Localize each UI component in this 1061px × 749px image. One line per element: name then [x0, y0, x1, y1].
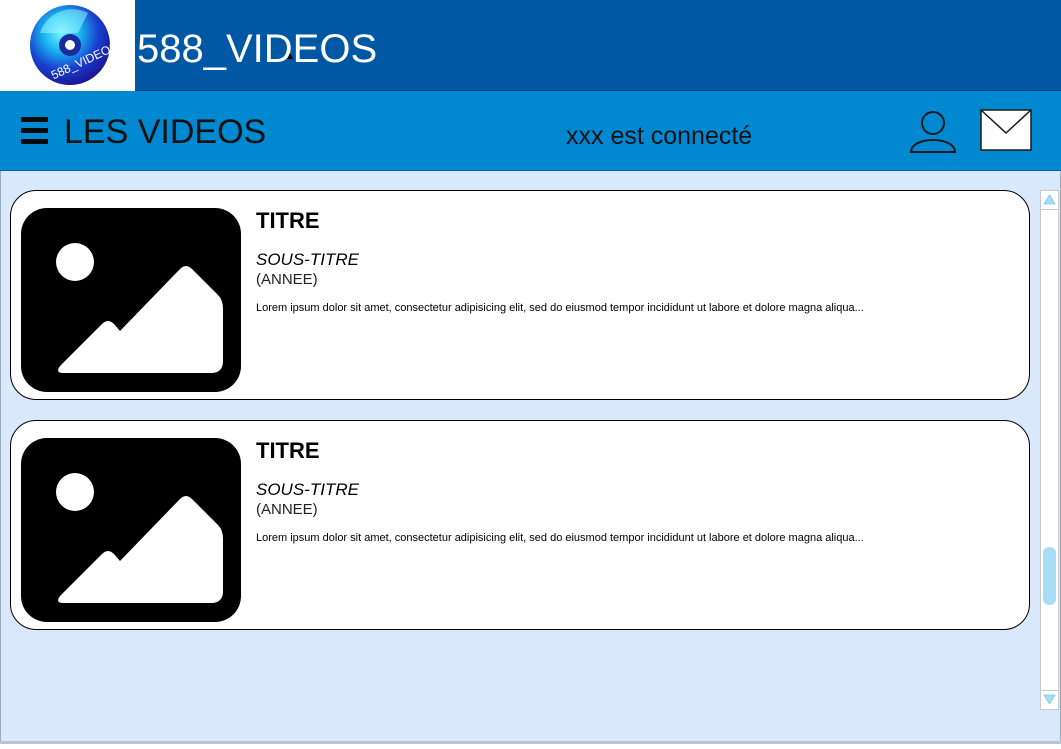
hamburger-icon[interactable]	[21, 117, 48, 145]
divider	[0, 741, 1061, 744]
video-title[interactable]: TITRE	[256, 208, 320, 234]
disc-logo-icon: 588_VIDEOS	[30, 5, 112, 85]
user-icon[interactable]	[908, 106, 958, 154]
scroll-down-button[interactable]	[1041, 690, 1058, 709]
video-subtitle: SOUS-TITRE	[256, 480, 359, 499]
mail-icon[interactable]	[980, 109, 1032, 151]
logo[interactable]: 588_VIDEOS	[0, 0, 135, 91]
video-year: (ANNEE)	[256, 271, 318, 288]
video-subtitle: SOUS-TITRE	[256, 250, 359, 269]
video-title[interactable]: TITRE	[256, 438, 320, 464]
app-header: 588_VIDEOS 588_VIDEOS	[0, 0, 1061, 91]
video-year: (ANNEE)	[256, 501, 318, 518]
video-card[interactable]: TITRE SOUS-TITRE (ANNEE) Lorem ipsum dol…	[10, 190, 1030, 400]
page-title: LES VIDEOS	[64, 113, 267, 151]
video-description: Lorem ipsum dolor sit amet, consectetur …	[256, 532, 864, 544]
cursor-icon	[287, 53, 293, 59]
connection-status: xxx est connecté	[566, 122, 753, 150]
scroll-up-button[interactable]	[1041, 191, 1058, 210]
scroll-thumb[interactable]	[1043, 547, 1056, 605]
video-card[interactable]: TITRE SOUS-TITRE (ANNEE) Lorem ipsum dol…	[10, 420, 1030, 630]
image-placeholder-icon	[21, 208, 241, 392]
video-description: Lorem ipsum dolor sit amet, consectetur …	[256, 302, 864, 314]
image-placeholder-icon	[21, 438, 241, 622]
app-title: 588_VIDEOS	[137, 27, 378, 71]
arrow-up-icon	[1043, 194, 1056, 205]
scrollbar[interactable]	[1040, 190, 1059, 710]
arrow-down-icon	[1043, 694, 1056, 705]
nav-bar: LES VIDEOS xxx est connecté	[0, 91, 1061, 171]
